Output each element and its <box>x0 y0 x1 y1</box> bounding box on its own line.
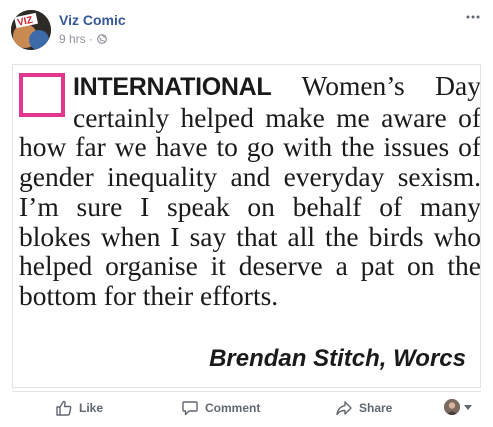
post-meta: 9 hrs · <box>59 32 107 46</box>
meta-separator: · <box>88 32 93 46</box>
viewer-avatar <box>444 399 460 415</box>
share-button[interactable]: Share <box>335 397 392 419</box>
post-as-selector[interactable] <box>444 399 472 415</box>
timestamp[interactable]: 9 hrs <box>59 32 86 46</box>
thumbs-up-icon <box>56 400 72 416</box>
facebook-post: VIZ Viz Comic 9 hrs · INTERNATIONAL Wome… <box>0 0 493 427</box>
share-arrow-icon <box>336 401 352 416</box>
share-label: Share <box>359 401 393 415</box>
comment-button[interactable]: Comment <box>181 397 260 419</box>
globe-icon <box>96 34 107 44</box>
page-name-link[interactable]: Viz Comic <box>59 12 126 28</box>
comment-bubble-icon <box>182 401 198 416</box>
comment-label: Comment <box>205 401 261 415</box>
page-avatar[interactable]: VIZ <box>11 10 51 50</box>
like-label: Like <box>79 401 104 415</box>
letter-body: Women’s Day certainly helped make me awa… <box>19 70 481 311</box>
letter-lead-word: INTERNATIONAL <box>73 73 272 101</box>
more-options-icon[interactable] <box>465 12 481 22</box>
pink-accent-box <box>19 73 65 117</box>
letter-text: INTERNATIONAL Women’s Day certainly help… <box>19 70 481 311</box>
chevron-down-icon <box>464 404 472 410</box>
letter-image[interactable]: INTERNATIONAL Women’s Day certainly help… <box>12 64 481 388</box>
letter-signature: Brendan Stitch, Worcs <box>209 345 466 372</box>
like-button[interactable]: Like <box>55 397 103 419</box>
action-bar-divider <box>12 391 481 392</box>
